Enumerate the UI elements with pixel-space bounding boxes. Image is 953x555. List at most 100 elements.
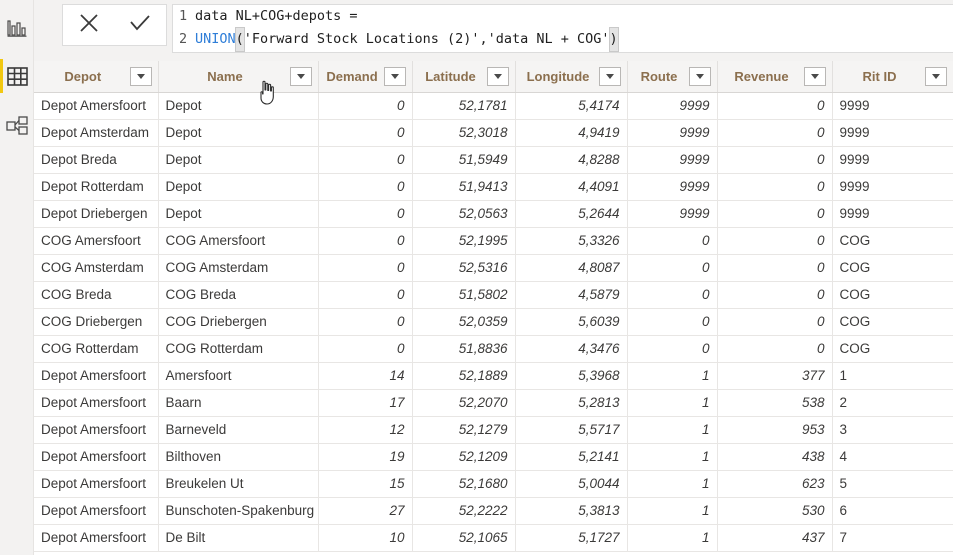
cell-depot[interactable]: COG Amersfoort — [34, 227, 159, 255]
table-row[interactable]: Depot Amersfoort Bilthoven 19 52,1209 5,2141… — [34, 443, 953, 471]
cell-route[interactable]: 9999 — [627, 200, 718, 228]
cell-longitude[interactable]: 4,4091 — [515, 173, 628, 201]
cell-route[interactable]: 1 — [627, 470, 718, 498]
cell-depot[interactable]: Depot Amersfoort — [34, 443, 159, 471]
cell-longitude[interactable]: 5,1727 — [515, 524, 628, 552]
cell-route[interactable]: 0 — [627, 335, 718, 363]
cell-depot[interactable]: COG Amsterdam — [34, 254, 159, 282]
cell-depot[interactable]: Depot Amersfoort — [34, 92, 159, 120]
cell-demand[interactable]: 0 — [318, 146, 413, 174]
cell-rit-id[interactable]: 7 — [832, 524, 953, 552]
cell-demand[interactable]: 0 — [318, 335, 413, 363]
cell-longitude[interactable]: 4,3476 — [515, 335, 628, 363]
column-header-demand[interactable]: Demand — [318, 61, 413, 93]
cell-revenue[interactable]: 623 — [717, 470, 833, 498]
cell-demand[interactable]: 19 — [318, 443, 413, 471]
cell-revenue[interactable]: 437 — [717, 524, 833, 552]
cell-latitude[interactable]: 51,5949 — [412, 146, 516, 174]
table-row[interactable]: Depot Amersfoort Bunschoten-Spakenburg 27 5… — [34, 497, 953, 525]
cell-demand[interactable]: 14 — [318, 362, 413, 390]
cell-name[interactable]: Barneveld — [158, 416, 319, 444]
cell-rit-id[interactable]: COG — [832, 281, 953, 309]
cell-name[interactable]: Amersfoort — [158, 362, 319, 390]
column-header-rit-id[interactable]: Rit ID — [832, 61, 953, 93]
cell-rit-id[interactable]: COG — [832, 227, 953, 255]
cell-longitude[interactable]: 4,9419 — [515, 119, 628, 147]
column-filter-dropdown-button[interactable] — [598, 66, 621, 86]
table-row[interactable]: Depot Amersfoort De Bilt 10 52,1065 5,1727 1 4… — [34, 524, 953, 552]
cell-latitude[interactable]: 52,5316 — [412, 254, 516, 282]
cell-depot[interactable]: Depot Rotterdam — [34, 173, 159, 201]
table-row[interactable]: Depot Amersfoort Barneveld 12 52,1279 5,5717… — [34, 416, 953, 444]
cancel-edit-button[interactable] — [67, 6, 111, 44]
cell-route[interactable]: 0 — [627, 254, 718, 282]
cell-latitude[interactable]: 52,1279 — [412, 416, 516, 444]
column-header-latitude[interactable]: Latitude — [412, 61, 516, 93]
cell-revenue[interactable]: 953 — [717, 416, 833, 444]
cell-rit-id[interactable]: 2 — [832, 389, 953, 417]
cell-revenue[interactable]: 438 — [717, 443, 833, 471]
cell-longitude[interactable]: 5,3326 — [515, 227, 628, 255]
cell-rit-id[interactable]: 9999 — [832, 92, 953, 120]
cell-revenue[interactable]: 0 — [717, 92, 833, 120]
table-row[interactable]: COG Amsterdam COG Amsterdam 0 52,5316 4,8087… — [34, 254, 953, 282]
cell-longitude[interactable]: 4,8288 — [515, 146, 628, 174]
cell-revenue[interactable]: 377 — [717, 362, 833, 390]
cell-revenue[interactable]: 538 — [717, 389, 833, 417]
cell-depot[interactable]: Depot Amersfoort — [34, 389, 159, 417]
cell-longitude[interactable]: 5,3813 — [515, 497, 628, 525]
cell-revenue[interactable]: 0 — [717, 146, 833, 174]
cell-route[interactable]: 0 — [627, 308, 718, 336]
cell-demand[interactable]: 17 — [318, 389, 413, 417]
column-header-route[interactable]: Route — [627, 61, 718, 93]
cell-rit-id[interactable]: 6 — [832, 497, 953, 525]
cell-demand[interactable]: 0 — [318, 92, 413, 120]
cell-longitude[interactable]: 5,2813 — [515, 389, 628, 417]
cell-rit-id[interactable]: 3 — [832, 416, 953, 444]
cell-demand[interactable]: 0 — [318, 254, 413, 282]
cell-longitude[interactable]: 4,8087 — [515, 254, 628, 282]
cell-longitude[interactable]: 4,5879 — [515, 281, 628, 309]
cell-route[interactable]: 1 — [627, 416, 718, 444]
cell-route[interactable]: 1 — [627, 362, 718, 390]
cell-demand[interactable]: 27 — [318, 497, 413, 525]
table-row[interactable]: COG Rotterdam COG Rotterdam 0 51,8836 4,3476… — [34, 335, 953, 363]
cell-name[interactable]: Bunschoten-Spakenburg — [158, 497, 319, 525]
cell-rit-id[interactable]: 9999 — [832, 200, 953, 228]
cell-route[interactable]: 1 — [627, 524, 718, 552]
cell-rit-id[interactable]: COG — [832, 254, 953, 282]
table-row[interactable]: COG Amersfoort COG Amersfoort 0 52,1995 5,33… — [34, 227, 953, 255]
column-header-longitude[interactable]: Longitude — [515, 61, 628, 93]
cell-name[interactable]: Depot — [158, 200, 319, 228]
cell-name[interactable]: COG Driebergen — [158, 308, 319, 336]
sidebar-item-data-view[interactable] — [0, 53, 34, 99]
cell-name[interactable]: COG Amersfoort — [158, 227, 319, 255]
cell-latitude[interactable]: 52,1209 — [412, 443, 516, 471]
cell-name[interactable]: De Bilt — [158, 524, 319, 552]
cell-longitude[interactable]: 5,0044 — [515, 470, 628, 498]
cell-latitude[interactable]: 52,2222 — [412, 497, 516, 525]
cell-rit-id[interactable]: 9999 — [832, 173, 953, 201]
cell-depot[interactable]: Depot Amersfoort — [34, 416, 159, 444]
table-row[interactable]: Depot Driebergen Depot 0 52,0563 5,2644 9999 0… — [34, 200, 953, 228]
column-filter-dropdown-button[interactable] — [803, 66, 826, 86]
data-grid[interactable]: Depot Name Demand Latitude Longitude Route Rev… — [34, 61, 953, 555]
cell-route[interactable]: 1 — [627, 497, 718, 525]
cell-demand[interactable]: 0 — [318, 227, 413, 255]
cell-depot[interactable]: Depot Amersfoort — [34, 524, 159, 552]
cell-rit-id[interactable]: 9999 — [832, 119, 953, 147]
sidebar-item-model-view[interactable] — [0, 103, 34, 149]
cell-rit-id[interactable]: 1 — [832, 362, 953, 390]
cell-name[interactable]: Depot — [158, 119, 319, 147]
cell-revenue[interactable]: 0 — [717, 281, 833, 309]
cell-rit-id[interactable]: COG — [832, 335, 953, 363]
cell-depot[interactable]: Depot Breda — [34, 146, 159, 174]
cell-latitude[interactable]: 51,5802 — [412, 281, 516, 309]
cell-latitude[interactable]: 52,1781 — [412, 92, 516, 120]
cell-revenue[interactable]: 0 — [717, 254, 833, 282]
cell-longitude[interactable]: 5,2141 — [515, 443, 628, 471]
table-row[interactable]: COG Driebergen COG Driebergen 0 52,0359 5,60… — [34, 308, 953, 336]
cell-depot[interactable]: COG Breda — [34, 281, 159, 309]
cell-name[interactable]: Breukelen Ut — [158, 470, 319, 498]
table-row[interactable]: Depot Rotterdam Depot 0 51,9413 4,4091 9999 0 9… — [34, 173, 953, 201]
